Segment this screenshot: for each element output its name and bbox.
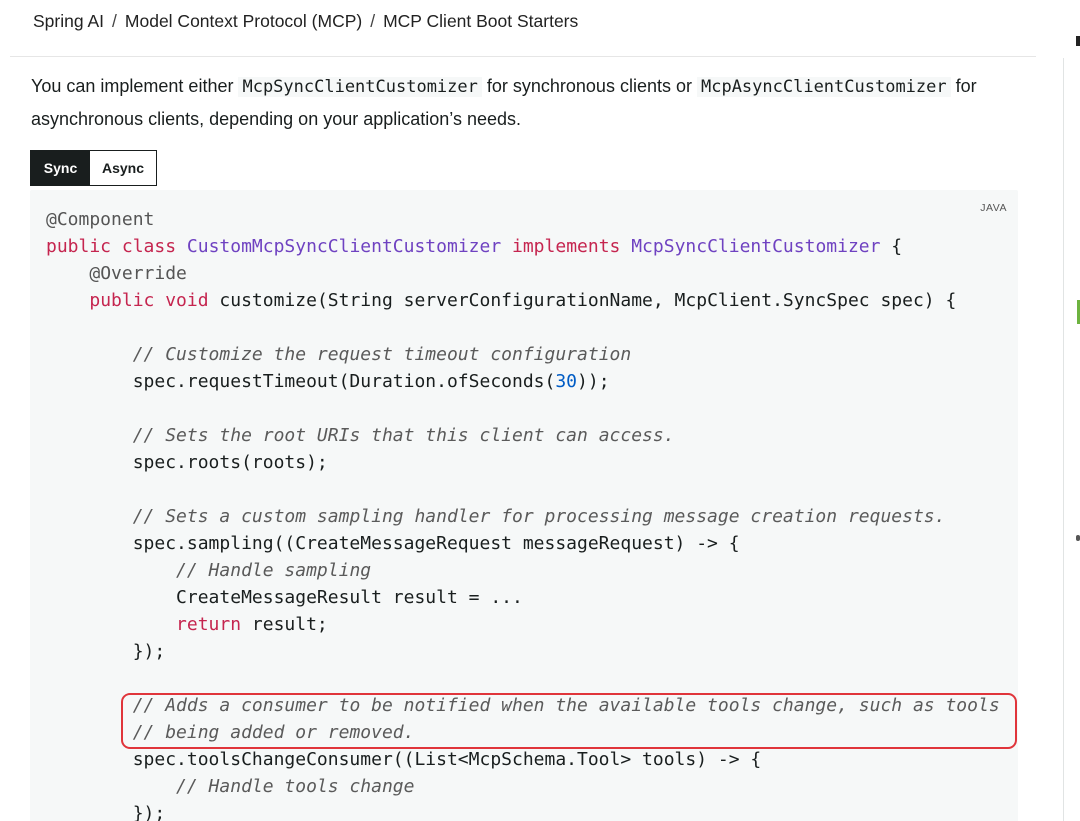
code-token: implements <box>501 236 632 257</box>
code-line: CreateMessageResult result = ... <box>46 584 1000 611</box>
code-token: }); <box>46 641 166 662</box>
code-line: @Component <box>46 206 1000 233</box>
breadcrumb: Spring AI / Model Context Protocol (MCP) / M… <box>33 11 578 32</box>
code-tabs: Sync Async <box>30 150 157 186</box>
code-token: // Handle tools change <box>176 776 415 797</box>
code-line: }); <box>46 638 1000 665</box>
intro-text-prefix: You can implement either <box>31 76 239 96</box>
code-line: spec.requestTimeout(Duration.ofSeconds(3… <box>46 368 1000 395</box>
code-line: // being added or removed. <box>46 719 1000 746</box>
inline-code-async-customizer: McpAsyncClientCustomizer <box>696 77 951 97</box>
tab-sync[interactable]: Sync <box>31 151 90 185</box>
code-token: // Adds a consumer to be notified when t… <box>132 695 1000 716</box>
sidebar-edge-dot <box>1076 535 1080 541</box>
code-line: public class CustomMcpSyncClientCustomiz… <box>46 233 1000 260</box>
code-line: // Sets the root URIs that this client c… <box>46 422 1000 449</box>
code-line: // Handle sampling <box>46 557 1000 584</box>
breadcrumb-item-client-boot-starters[interactable]: MCP Client Boot Starters <box>383 11 578 31</box>
code-token: // Sets the root URIs that this client c… <box>132 425 675 446</box>
inline-code-sync-customizer: McpSyncClientCustomizer <box>238 77 482 97</box>
code-line: public void customize(String serverConfi… <box>46 287 1000 314</box>
code-line: spec.sampling((CreateMessageRequest mess… <box>46 530 1000 557</box>
code-token: spec.requestTimeout(Duration.ofSeconds( <box>46 371 556 392</box>
code-token: public class <box>46 236 187 257</box>
code-token: // Customize the request timeout configu… <box>132 344 632 365</box>
breadcrumb-separator: / <box>370 11 376 31</box>
code-block: JAVA @Component public class CustomMcpSyn… <box>30 190 1018 821</box>
code-token: public void <box>89 290 220 311</box>
code-token: customize(String serverConfigurationName… <box>219 290 957 311</box>
code-token: McpSyncClientCustomizer <box>631 236 881 257</box>
code-token: // Handle sampling <box>176 560 372 581</box>
code-content[interactable]: @Component public class CustomMcpSyncClie… <box>46 206 1000 821</box>
code-line: spec.toolsChangeConsumer((List<McpSchema… <box>46 746 1000 773</box>
code-token: spec.sampling((CreateMessageRequest mess… <box>46 533 740 554</box>
breadcrumb-separator: / <box>112 11 117 31</box>
code-token: @Component <box>46 209 155 230</box>
right-sidebar-edge <box>1063 58 1080 821</box>
code-token: )); <box>577 371 610 392</box>
code-token: }); <box>46 803 166 821</box>
code-token: return <box>176 614 252 635</box>
intro-text-middle: for synchronous clients or <box>481 76 697 96</box>
code-token: result; <box>251 614 328 635</box>
code-token: @Override <box>89 263 187 284</box>
code-token: // being added or removed. <box>132 722 415 743</box>
code-token: spec.toolsChangeConsumer((List<McpSchema… <box>46 749 762 770</box>
code-token: CreateMessageResult result = ... <box>46 587 523 608</box>
code-line: return result; <box>46 611 1000 638</box>
code-token: 30 <box>555 371 578 392</box>
breadcrumb-item-spring-ai[interactable]: Spring AI <box>33 11 104 31</box>
code-token: spec.roots(roots); <box>46 452 328 473</box>
code-line: spec.roots(roots); <box>46 449 1000 476</box>
code-line: // Adds a consumer to be notified when t… <box>46 692 1000 719</box>
intro-paragraph: You can implement either McpSyncClientCu… <box>31 70 1031 135</box>
code-line: // Sets a custom sampling handler for pr… <box>46 503 1000 530</box>
breadcrumb-item-mcp[interactable]: Model Context Protocol (MCP) <box>125 11 362 31</box>
code-line: // Handle tools change <box>46 773 1000 800</box>
code-line: // Customize the request timeout configu… <box>46 341 1000 368</box>
code-token: { <box>880 236 903 257</box>
tab-async[interactable]: Async <box>90 151 156 185</box>
code-line: }); <box>46 800 1000 821</box>
header-divider <box>10 56 1036 57</box>
sidebar-edge-marker <box>1076 36 1080 46</box>
code-token: // Sets a custom sampling handler for pr… <box>132 506 946 527</box>
code-token: CustomMcpSyncClientCustomizer <box>186 236 502 257</box>
code-line: @Override <box>46 260 1000 287</box>
